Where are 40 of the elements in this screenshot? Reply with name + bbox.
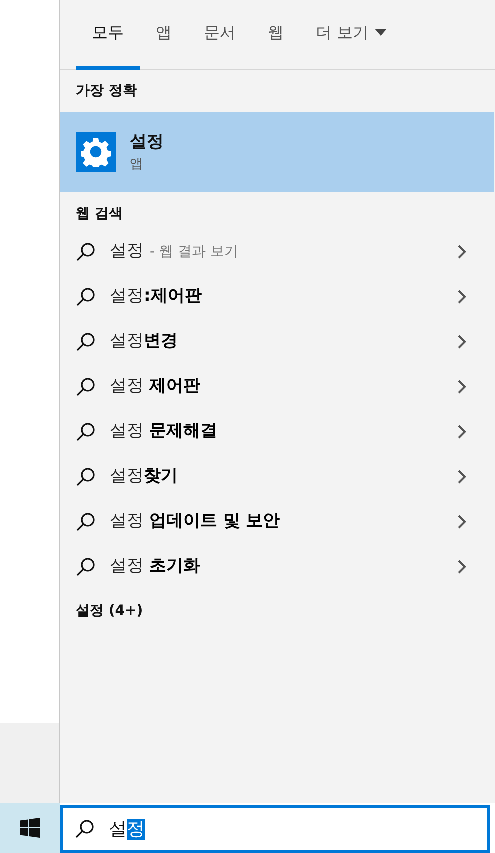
chevron-icon (457, 334, 467, 350)
section-heading: 설정 (4+) (75, 602, 144, 621)
chevron-icon (457, 558, 467, 574)
filter-tab[interactable]: 문서 (188, 0, 252, 70)
app-title: 설정 (130, 130, 164, 154)
caret-icon (375, 29, 388, 37)
windows-icon[interactable] (20, 818, 40, 838)
search-suggestion[interactable]: 설정:제어판 (60, 274, 495, 319)
search-icon (76, 376, 96, 396)
search-suggestion[interactable]: 설정 - 웹 결과 보기 (60, 229, 495, 274)
chevron-icon (457, 378, 467, 394)
search-suggestion[interactable]: 설정 문제해결 (60, 409, 495, 454)
section-heading: 가장 정확 (75, 82, 138, 101)
chevron-icon (457, 424, 467, 440)
filter-tab[interactable]: 모두 (76, 0, 140, 70)
search-suggestion[interactable]: 설정 업데이트 및 보안 (60, 499, 495, 544)
search-suggestion[interactable]: 설정찾기 (60, 454, 495, 499)
app-type: 앱 (130, 156, 144, 174)
search-icon (76, 242, 96, 262)
search-icon (76, 466, 96, 486)
search-field[interactable]: 설정 (60, 805, 490, 853)
gear-icon (76, 132, 116, 172)
chevron-icon (457, 288, 467, 304)
section-heading: 웹 검색 (75, 205, 124, 224)
filter-tab[interactable]: 앱 (140, 0, 188, 70)
search-icon (76, 556, 96, 576)
search-suggestion[interactable]: 설정 초기화 (60, 544, 495, 589)
search-suggestion[interactable]: 설정변경 (60, 319, 495, 364)
search-icon (76, 286, 96, 306)
search-icon (76, 332, 96, 352)
chevron-icon (457, 244, 467, 260)
filter-tab[interactable]: 더 보기 (300, 0, 404, 70)
search-icon (76, 512, 96, 532)
chevron-icon (457, 468, 467, 484)
best-match-item[interactable]: 설정 앱 (60, 112, 494, 192)
search-suggestion[interactable]: 설정 제어판 (60, 364, 495, 409)
search-icon (76, 422, 96, 442)
filter-tab[interactable]: 웹 (252, 0, 300, 70)
chevron-icon (457, 514, 467, 530)
search-icon (75, 819, 95, 839)
